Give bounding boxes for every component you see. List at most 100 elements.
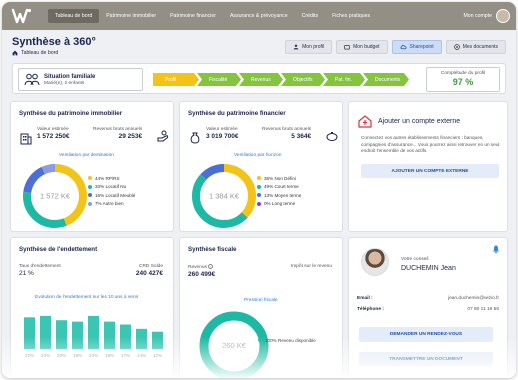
value-amount: 3 019 700€ xyxy=(206,133,239,140)
legend-item: 36% Non Défini xyxy=(257,174,301,183)
legend-label: 100% Revenu disponible xyxy=(265,337,316,343)
rent-label: Revenus bruts annuels xyxy=(93,127,143,132)
step-profil[interactable]: Profil xyxy=(153,73,199,86)
send-document-button[interactable]: TRANSMETTRE UN DOCUMENT xyxy=(359,352,493,366)
legend-label: 7% Autre bien xyxy=(95,201,124,207)
legend-label: 0% Long terme xyxy=(264,201,296,207)
step-objectifs[interactable]: Objectifs xyxy=(281,73,325,86)
nav-item-patrimoine-immobilier[interactable]: Patrimoine immobilier xyxy=(99,9,163,23)
app-window: Tableau de bord Patrimoine immobilier Pa… xyxy=(2,2,516,378)
building-icon xyxy=(20,133,32,145)
cloud-icon xyxy=(400,45,406,50)
advisor-photo xyxy=(361,248,389,276)
breadcrumb-label[interactable]: Tableau de bord xyxy=(21,50,58,56)
legend-dot xyxy=(257,176,261,181)
debt-bar xyxy=(88,315,99,349)
donut-center-value: 260 K€ xyxy=(222,341,247,350)
legend-dot xyxy=(88,193,92,198)
impot-label: Impôt sur le revenu xyxy=(290,264,332,269)
page-title: Synthèse à 360° xyxy=(12,36,96,48)
sharepoint-button[interactable]: Sharepoint xyxy=(391,40,442,54)
hand-coins-icon xyxy=(157,130,169,142)
value-label: Valeur estimée xyxy=(37,127,69,132)
situation-familiale-box[interactable]: Situation familiale Marié(e), 2 enfants xyxy=(18,68,143,91)
bell-icon[interactable] xyxy=(491,244,501,254)
bar-label: 14% xyxy=(137,353,146,358)
legend-dot xyxy=(258,338,262,343)
crd-label: CRD Solde xyxy=(139,264,163,269)
legend-label: 49% Court terme xyxy=(264,184,299,190)
legend-label: 36% Non Défini xyxy=(264,175,296,181)
legend-item: 13% Moyen terme xyxy=(257,191,301,200)
revenus-label-text: Revenus xyxy=(188,265,207,270)
document-icon xyxy=(453,44,460,50)
debt-bar-chart: 22% 23% 20% 19% 23% 19% 17% 14% 12% xyxy=(24,315,163,358)
wizio-logo[interactable] xyxy=(10,6,34,26)
debt-bar xyxy=(152,331,163,349)
nav-item-assurance-prevoyance[interactable]: Assurance & prévoyance xyxy=(223,9,295,23)
legend-item: 33% Locatif Nu xyxy=(88,183,135,192)
avatar xyxy=(496,9,510,23)
step-pat-fin[interactable]: Pat. fin. xyxy=(323,73,365,86)
profile-status-bar: Situation familiale Marié(e), 2 enfants … xyxy=(12,63,506,94)
phone-label: Téléphone : xyxy=(357,307,384,312)
step-revenus[interactable]: Revenus xyxy=(239,73,283,86)
chart-subtitle: Ventilation par horizon xyxy=(234,153,282,158)
mon-profil-button[interactable]: Mon profil xyxy=(285,40,333,54)
step-fiscalite[interactable]: Fiscalité xyxy=(197,73,241,86)
donut-center-value: 1 572 K€ xyxy=(40,192,71,201)
legend-dot xyxy=(257,193,261,198)
header-actions: Mon profil Mon budget Sharepoint Mes doc… xyxy=(285,40,506,54)
account-label: Mon compte xyxy=(463,13,492,19)
bar-label: 23% xyxy=(41,353,50,358)
debt-bar xyxy=(72,321,83,349)
rent-amount: 5 364€ xyxy=(291,133,312,140)
chart-legend: 36% Non Défini 49% Court terme 13% Moyen… xyxy=(257,174,301,208)
bar-label: 23% xyxy=(89,353,98,358)
legend-item: 7% Autre bien xyxy=(88,200,135,209)
chart-legend: 44% RP/RS 33% Locatif Nu 16% Locatif Meu… xyxy=(88,174,135,208)
legend-dot xyxy=(257,184,261,189)
profile-steps: Profil Fiscalité Revenus Objectifs Pat. … xyxy=(153,73,407,86)
revenus-value: 260 499€ xyxy=(188,271,216,278)
legend-label: 13% Moyen terme xyxy=(264,192,302,198)
wallet-icon xyxy=(344,45,350,50)
piggy-bank-icon xyxy=(326,132,338,141)
legend-dot xyxy=(257,201,261,206)
card-title: Synthèse de l'endettement xyxy=(19,246,98,253)
mon-budget-button[interactable]: Mon budget xyxy=(336,40,388,54)
completude-label: Complétude du profil xyxy=(440,71,486,76)
card-title: Synthèse fiscale xyxy=(188,246,237,253)
completude-value: 97 % xyxy=(452,77,474,87)
debt-bar xyxy=(56,320,67,349)
info-icon[interactable]: i xyxy=(208,264,214,269)
chart-subtitle: Ventilation par destination xyxy=(59,153,114,158)
nav-item-credits[interactable]: Crédits xyxy=(295,9,325,23)
account-menu[interactable]: Mon compte xyxy=(463,9,516,23)
money-bag-icon xyxy=(190,132,200,144)
legend-label: 33% Locatif Nu xyxy=(95,184,127,190)
legend-item: 49% Court terme xyxy=(257,183,301,192)
email-value[interactable]: jean.duchemin@wizio.fr xyxy=(448,296,499,301)
bar-label: 19% xyxy=(105,353,114,358)
nav-item-patrimoine-financier[interactable]: Patrimoine financier xyxy=(163,9,223,23)
breadcrumb: Tableau de bord xyxy=(12,50,58,56)
legend-item: 0% Long terme xyxy=(257,200,301,209)
phone-value[interactable]: 07 80 11 16 56 xyxy=(467,307,499,312)
legend-label: 44% RP/RS xyxy=(95,175,120,181)
chart-subtitle: Evolution de l'endettement sur les 10 an… xyxy=(35,295,139,300)
home-icon[interactable] xyxy=(12,50,18,56)
family-icon xyxy=(24,73,40,85)
nav-item-tableau-de-bord[interactable]: Tableau de bord xyxy=(48,9,100,23)
add-external-account-button[interactable]: AJOUTER UN COMPTE EXTERNE xyxy=(361,164,499,178)
debt-bar xyxy=(120,324,131,349)
mes-documents-button[interactable]: Mes documents xyxy=(445,40,506,54)
step-documents[interactable]: Documents xyxy=(363,73,409,86)
request-appointment-button[interactable]: DEMANDER UN RENDEZ-VOUS xyxy=(359,327,493,342)
value-label: Valeur estimée xyxy=(206,127,238,132)
nav-item-fiches-pratiques[interactable]: Fiches pratiques xyxy=(325,9,377,23)
bar-label: 19% xyxy=(73,353,82,358)
legend-dot xyxy=(88,176,92,181)
legend-dot xyxy=(88,184,92,189)
legend-dot xyxy=(88,201,92,206)
